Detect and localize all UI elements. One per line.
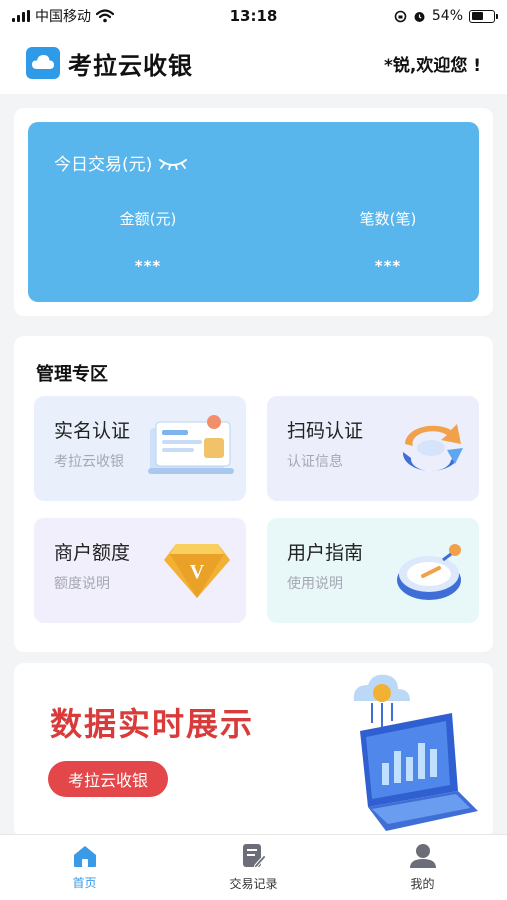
tile-title: 商户额度	[54, 542, 131, 564]
management-card: 管理专区 实名认证 考拉云收银 扫码认证 认证信息 商户额度 额度说明 V 用户…	[14, 336, 493, 652]
clock: 13:18	[229, 7, 278, 25]
banner-title: 数据实时展示	[50, 705, 255, 743]
today-title: 今日交易(元)	[54, 155, 153, 175]
home-icon	[73, 846, 96, 867]
tile-real-name-verification[interactable]: 实名认证 考拉云收银	[34, 396, 246, 501]
tile-title: 实名认证	[54, 420, 131, 442]
tab-label: 我的	[410, 877, 435, 891]
battery-percent: 54%	[431, 8, 463, 24]
welcome-text: *锐,欢迎您 !	[383, 55, 481, 76]
compass-icon	[397, 544, 461, 600]
tile-user-guide[interactable]: 用户指南 使用说明	[267, 518, 479, 623]
id-card-illustration-icon	[148, 415, 234, 474]
today-card: 今日交易(元) 金额(元) *** 笔数(笔) ***	[14, 108, 493, 316]
tile-merchant-quota[interactable]: 商户额度 额度说明 V	[34, 518, 246, 623]
tile-title: 扫码认证	[287, 420, 364, 442]
diamond-icon: V	[164, 544, 230, 598]
signal-icon	[12, 10, 30, 22]
data-banner[interactable]: 数据实时展示 考拉云收银	[14, 663, 493, 838]
app-title: 考拉云收银	[68, 51, 193, 80]
tab-bar: 首页 交易记录 我的	[0, 834, 507, 900]
refresh-cycle-icon	[402, 424, 463, 472]
count-label: 笔数(笔)	[359, 210, 417, 228]
section-title: 管理专区	[36, 364, 108, 385]
tile-scan-verification[interactable]: 扫码认证 认证信息	[267, 396, 479, 501]
laptop-dashboard-illustration-icon	[353, 674, 478, 831]
tab-profile[interactable]: 我的	[338, 835, 507, 900]
today-transactions-panel: 今日交易(元) 金额(元) *** 笔数(笔) ***	[28, 122, 479, 302]
status-bar: 中国移动 13:18 54%	[0, 0, 507, 32]
carrier-label: 中国移动	[35, 9, 91, 25]
tile-subtitle: 使用说明	[287, 576, 343, 592]
svg-text:V: V	[190, 561, 205, 583]
alarm-icon	[414, 11, 425, 22]
cloud-icon	[32, 55, 54, 69]
tab-home[interactable]: 首页	[0, 835, 169, 900]
battery-icon	[469, 9, 498, 23]
user-icon	[409, 844, 436, 868]
document-edit-icon	[242, 844, 267, 869]
app-logo	[26, 47, 60, 79]
tab-label: 首页	[72, 876, 97, 890]
count-value: ***	[374, 257, 402, 275]
amount-value: ***	[134, 257, 162, 275]
eye-closed-icon[interactable]	[158, 156, 188, 170]
wifi-icon	[96, 9, 114, 23]
tile-subtitle: 认证信息	[287, 454, 343, 470]
tile-subtitle: 额度说明	[54, 576, 110, 592]
amount-label: 金额(元)	[119, 210, 177, 228]
tab-transaction-records[interactable]: 交易记录	[169, 835, 338, 900]
amount-column: 金额(元) ***	[78, 208, 218, 275]
tab-label: 交易记录	[229, 877, 278, 891]
banner-button[interactable]: 考拉云收银	[48, 761, 168, 797]
count-column: 笔数(笔) ***	[318, 208, 458, 275]
app-header: 考拉云收银 *锐,欢迎您 !	[0, 32, 507, 94]
tile-subtitle: 考拉云收银	[54, 454, 124, 470]
tile-title: 用户指南	[287, 542, 364, 564]
rotation-lock-icon	[394, 10, 407, 22]
